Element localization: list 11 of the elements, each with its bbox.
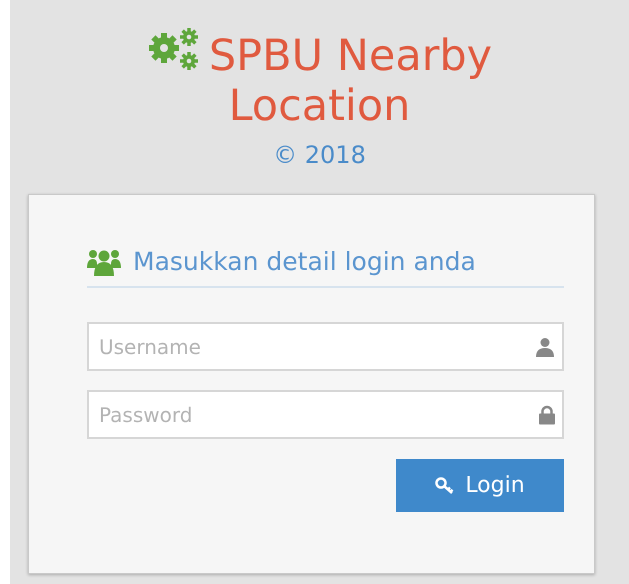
app-title: SPBU Nearby Location	[208, 31, 492, 131]
user-icon	[535, 336, 555, 356]
lock-icon	[539, 405, 555, 424]
username-field[interactable]: Username	[87, 322, 564, 371]
gears-icon	[146, 26, 201, 72]
key-icon	[435, 476, 456, 494]
users-icon	[87, 248, 121, 276]
form-heading: Masukkan detail login anda	[133, 247, 476, 276]
copyright-text: © 2018	[273, 141, 366, 169]
login-button[interactable]: Login	[396, 459, 564, 512]
password-field[interactable]: Password	[87, 390, 564, 439]
